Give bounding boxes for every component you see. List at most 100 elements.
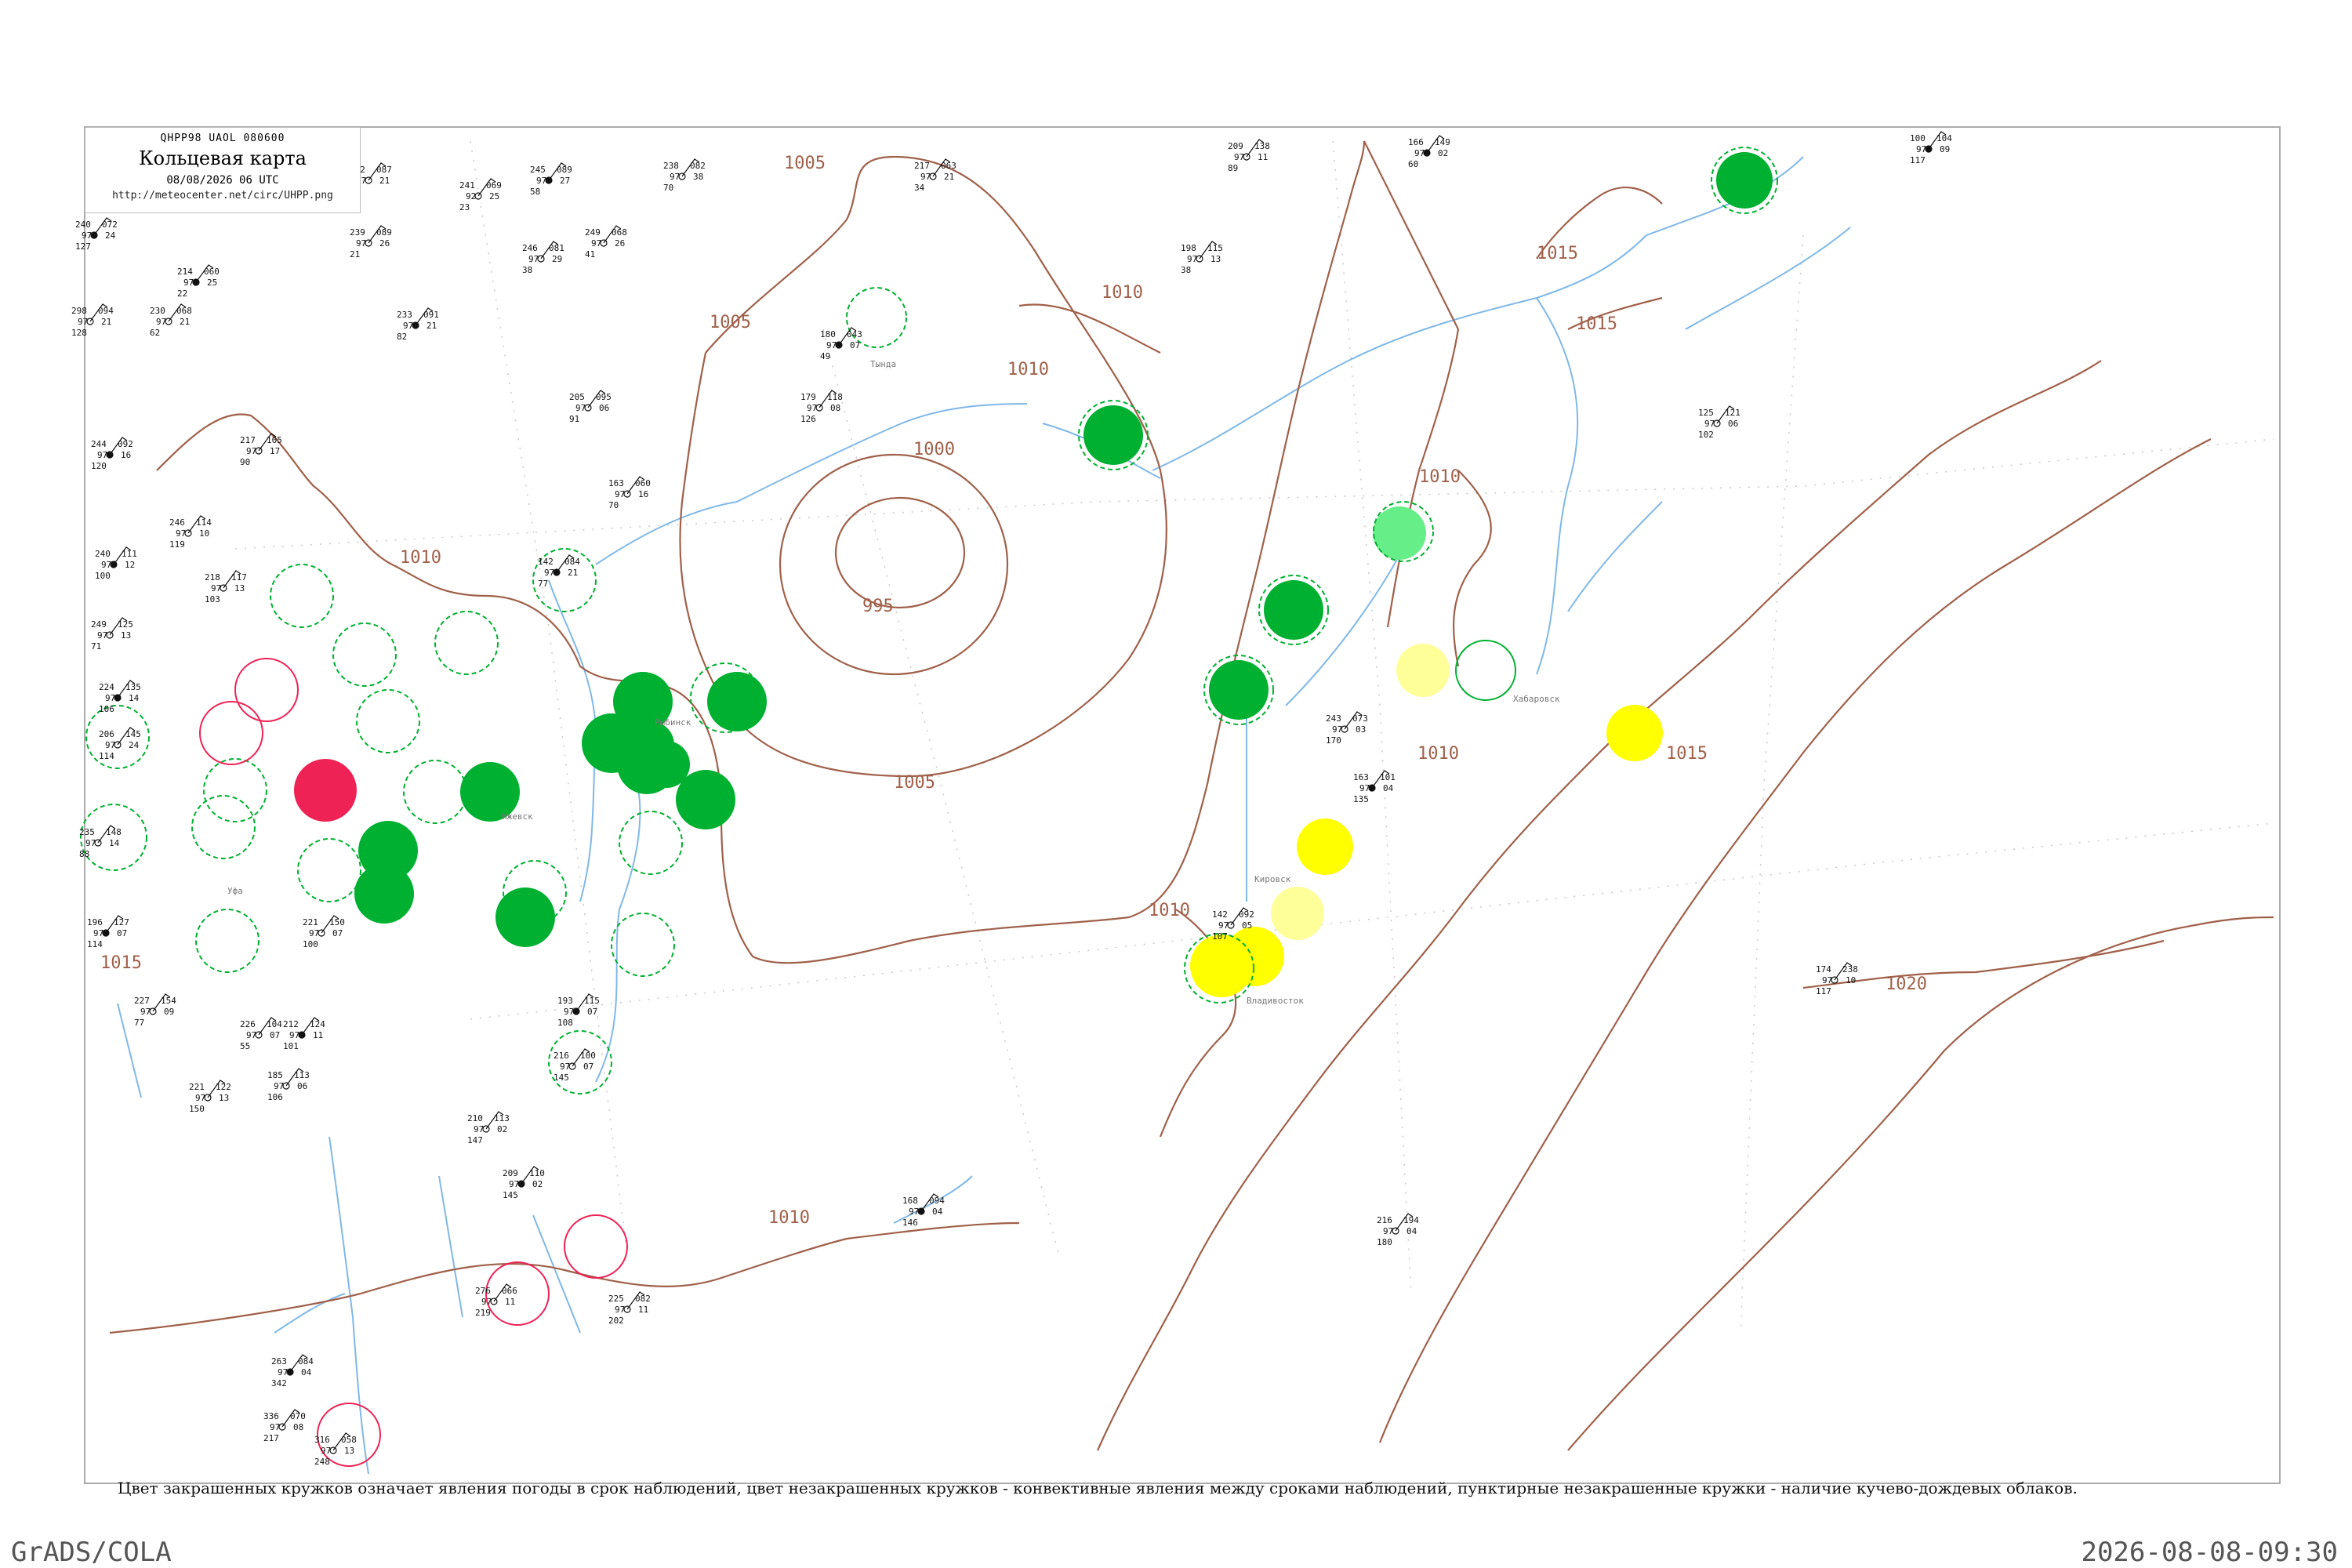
station-temp: 97: [1234, 152, 1244, 162]
station-visibility: 23: [459, 202, 470, 212]
station-dewpoint: 08: [293, 1422, 303, 1432]
station-temp: 97: [246, 1030, 256, 1040]
bulletin-code: QHPP98 UAOL 080600: [160, 132, 285, 144]
station-pressure: 163: [608, 478, 624, 488]
station-temp: 97: [920, 172, 931, 182]
station-pressure: 336: [263, 1411, 279, 1421]
map-url[interactable]: http://meteocenter.net/circ/UHPP.png: [85, 190, 360, 201]
graticule: [234, 140, 2274, 1334]
station-dewpoint: 21: [426, 321, 437, 331]
map-legend: QHPP98 UAOL 080600 Кольцевая карта 08/08…: [85, 127, 361, 213]
station-visibility: 41: [585, 249, 595, 260]
station-temp: 97: [195, 1093, 205, 1103]
station-plot: 1259710212106: [1698, 405, 1740, 440]
station-temp: 97: [560, 1062, 570, 1072]
station-plot: 1859710611306: [267, 1068, 310, 1102]
station-plot: 226975510407: [240, 1017, 282, 1051]
station-temp: 97: [1916, 144, 1926, 154]
station-plot: 2409712707224: [75, 217, 118, 252]
station-plot: 2129710112411: [283, 1017, 325, 1051]
station-temp: 97: [156, 317, 166, 327]
station-temp: 97: [481, 1297, 492, 1307]
cb-circle: [356, 689, 420, 753]
station-dewpoint: 27: [560, 176, 570, 186]
station-visibility: 38: [1181, 265, 1191, 275]
weather-circle-green: [354, 864, 414, 924]
station-temp: 97: [101, 560, 111, 570]
cb-circle: [332, 622, 397, 687]
station-plot: 2109714711302: [467, 1111, 510, 1145]
station-dewpoint: 24: [129, 740, 140, 750]
weather-circle-green: [588, 713, 635, 760]
filled-circles: [294, 152, 1773, 997]
cb-circle: [434, 611, 499, 675]
station-dewpoint: 21: [944, 172, 954, 182]
weather-circle-green: [1209, 660, 1269, 720]
station-temp: 92: [466, 191, 476, 201]
station-pressure: 235: [79, 827, 95, 837]
station-plot: 2099714511002: [503, 1166, 545, 1200]
station-temp: 97: [615, 489, 625, 499]
station-visibility: 180: [1377, 1237, 1392, 1247]
station-visibility: 217: [263, 1433, 279, 1443]
station-temp: 97: [274, 1081, 284, 1091]
station-temp: 97: [1187, 254, 1197, 264]
weather-circle-yellow: [1225, 927, 1284, 986]
place-name: Владивосток: [1247, 996, 1304, 1006]
station-dewpoint: 16: [121, 450, 131, 460]
station-dewpoint: 13: [121, 630, 131, 641]
station-dewpoint: 26: [615, 238, 625, 249]
isobar-label: 1005: [894, 773, 935, 793]
station-plot: 217979010517: [240, 433, 282, 467]
station-visibility: 71: [91, 641, 101, 652]
cb-circle: [270, 564, 334, 628]
station-dewpoint: 13: [344, 1446, 354, 1456]
station-plot: 214972206025: [177, 264, 220, 299]
station-visibility: 248: [314, 1457, 330, 1467]
station-plot: 235978814814: [79, 825, 122, 859]
cb-circle: [403, 760, 467, 824]
station-temp: 97: [176, 528, 186, 539]
station-plot: 239972108926: [350, 225, 392, 260]
station-pressure: 217: [240, 435, 256, 445]
station-dewpoint: 11: [505, 1297, 515, 1307]
station-plot: 2469711911410: [169, 515, 212, 550]
station-plot: 2439717007303: [1326, 711, 1368, 746]
station-visibility: 100: [95, 571, 111, 581]
station-dewpoint: 04: [1383, 783, 1394, 793]
station-plot: 2169718019404: [1377, 1213, 1419, 1247]
isobar-label: 1010: [768, 1208, 810, 1228]
station-visibility: 89: [1228, 163, 1238, 173]
station-visibility: 114: [87, 939, 103, 949]
station-pressure: 249: [91, 619, 107, 630]
station-dewpoint: 07: [332, 928, 343, 938]
station-plot: 180974904307: [820, 327, 862, 361]
station-dewpoint: 24: [105, 230, 116, 241]
station-plot: 209978913811: [1228, 139, 1270, 173]
station-dewpoint: 14: [109, 838, 120, 848]
station-dewpoint: 38: [693, 172, 703, 182]
weather-circle-yellow: [1606, 705, 1663, 761]
station-temp: 97: [564, 1007, 574, 1017]
station-dewpoint: 09: [1940, 144, 1950, 154]
station-visibility: 82: [397, 332, 407, 342]
station-dewpoint: 11: [313, 1030, 323, 1040]
weather-circle-green: [707, 672, 767, 731]
place-name: Рыбинск: [655, 717, 691, 728]
station-plot: 2219715012213: [189, 1080, 231, 1114]
station-visibility: 107: [1212, 931, 1228, 942]
isobar-label: 1010: [1007, 360, 1049, 379]
station-visibility: 49: [820, 351, 830, 361]
station-visibility: 128: [71, 328, 87, 338]
station-visibility: 126: [800, 414, 816, 424]
station-dewpoint: 29: [552, 254, 562, 264]
station-plot: 2219710015007: [303, 915, 345, 949]
station-dewpoint: 04: [932, 1207, 943, 1217]
station-pressure: 205: [569, 392, 585, 402]
station-pressure: 179: [800, 392, 816, 402]
station-temp: 97: [105, 740, 115, 750]
isobars: [109, 140, 2274, 1451]
station-plot: 198973811513: [1181, 241, 1223, 275]
station-pressure: 276: [475, 1286, 491, 1296]
station-plot: 1639713510104: [1353, 770, 1396, 804]
